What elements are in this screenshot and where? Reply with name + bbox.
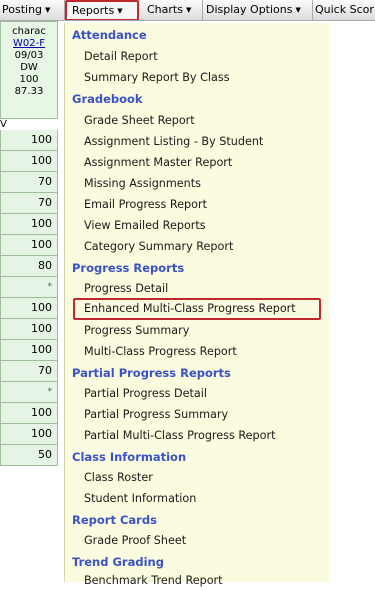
score-cell[interactable]: 100 bbox=[0, 214, 58, 235]
menu-item-category-summary-report[interactable]: Category Summary Report bbox=[65, 237, 329, 257]
assignment-column: charac W02-F 09/03 DW 100 87.33 V 100 10… bbox=[0, 21, 58, 466]
score-cell[interactable]: 50 bbox=[0, 445, 58, 466]
assignment-points: 100 bbox=[19, 74, 39, 85]
menu-item-student-information[interactable]: Student Information bbox=[65, 489, 329, 509]
score-cell[interactable]: * bbox=[0, 382, 58, 403]
menu-item-assignment-listing[interactable]: Assignment Listing - By Student bbox=[65, 132, 329, 152]
score-cell[interactable]: 100 bbox=[0, 424, 58, 445]
menu-item-multi-class-progress-report[interactable]: Multi-Class Progress Report bbox=[65, 342, 329, 362]
assignment-header: charac W02-F 09/03 DW 100 87.33 bbox=[0, 21, 58, 119]
score-cell[interactable]: 100 bbox=[0, 340, 58, 361]
menu-item-grade-sheet-report[interactable]: Grade Sheet Report bbox=[65, 111, 329, 131]
menu-item-grade-proof-sheet[interactable]: Grade Proof Sheet bbox=[65, 531, 329, 551]
menu-item-missing-assignments[interactable]: Missing Assignments bbox=[65, 174, 329, 194]
dropdown-arrow-icon: ▼ bbox=[117, 7, 123, 15]
menu-item-partial-multi-class-progress-report[interactable]: Partial Multi-Class Progress Report bbox=[65, 426, 329, 446]
score-cell[interactable]: 100 bbox=[0, 298, 58, 319]
score-cell[interactable]: 70 bbox=[0, 172, 58, 193]
menu-item-progress-detail[interactable]: Progress Detail bbox=[65, 279, 329, 299]
menu-charts[interactable]: Charts ▼ bbox=[140, 0, 203, 20]
assignment-type: DW bbox=[20, 62, 38, 73]
reports-dropdown-menu: Attendance Detail Report Summary Report … bbox=[64, 23, 329, 587]
section-class-information: Class Information bbox=[72, 450, 187, 464]
menu-item-detail-report[interactable]: Detail Report bbox=[65, 47, 329, 67]
menu-item-enhanced-multi-class-progress-report[interactable]: Enhanced Multi-Class Progress Report bbox=[73, 298, 321, 320]
next-assignment-link[interactable]: V bbox=[0, 119, 7, 130]
menu-posting[interactable]: Posting ▼ bbox=[0, 0, 65, 20]
score-cell[interactable]: 100 bbox=[0, 235, 58, 256]
section-attendance: Attendance bbox=[72, 28, 147, 42]
section-progress-reports: Progress Reports bbox=[72, 261, 185, 275]
menu-display-options[interactable]: Display Options ▼ bbox=[203, 0, 313, 20]
menu-item-partial-progress-detail[interactable]: Partial Progress Detail bbox=[65, 384, 329, 404]
menu-item-partial-progress-summary[interactable]: Partial Progress Summary bbox=[65, 405, 329, 425]
menu-reports-label: Reports bbox=[72, 4, 115, 17]
menu-display-options-label: Display Options bbox=[206, 3, 293, 16]
menu-item-view-emailed-reports[interactable]: View Emailed Reports bbox=[65, 216, 329, 236]
dropdown-arrow-icon: ▼ bbox=[185, 6, 192, 14]
dropdown-arrow-icon: ▼ bbox=[45, 6, 51, 14]
menu-item-class-roster[interactable]: Class Roster bbox=[65, 468, 329, 488]
menu-bar: Posting ▼ Reports ▼ Charts ▼ Display Option… bbox=[0, 0, 375, 21]
menu-item-progress-summary[interactable]: Progress Summary bbox=[65, 321, 329, 341]
score-cell[interactable]: 70 bbox=[0, 193, 58, 214]
menu-posting-label: Posting bbox=[2, 3, 43, 16]
section-gradebook: Gradebook bbox=[72, 92, 143, 106]
assignment-code-link[interactable]: W02-F bbox=[1, 38, 57, 50]
menu-reports[interactable]: Reports ▼ bbox=[65, 0, 139, 20]
score-cell[interactable]: * bbox=[0, 277, 58, 298]
section-trend-grading: Trend Grading bbox=[72, 555, 164, 569]
section-partial-progress-reports: Partial Progress Reports bbox=[72, 366, 231, 380]
score-cell[interactable]: 100 bbox=[0, 130, 58, 151]
score-cell[interactable]: 80 bbox=[0, 256, 58, 277]
score-cell[interactable]: 100 bbox=[0, 319, 58, 340]
assignment-average: 87.33 bbox=[14, 86, 44, 97]
menu-quick-scoring-label: Quick Scor bbox=[315, 3, 374, 16]
menu-item-summary-report-by-class[interactable]: Summary Report By Class bbox=[65, 68, 329, 88]
score-cell[interactable]: 100 bbox=[0, 151, 58, 172]
menu-quick-scoring[interactable]: Quick Scor bbox=[313, 0, 375, 20]
score-cell[interactable]: 70 bbox=[0, 361, 58, 382]
assignment-name: charac bbox=[12, 26, 46, 37]
menu-item-benchmark-trend-report[interactable]: Benchmark Trend Report bbox=[65, 571, 329, 591]
dropdown-arrow-icon: ▼ bbox=[295, 6, 301, 14]
menu-item-assignment-master-report[interactable]: Assignment Master Report bbox=[65, 153, 329, 173]
score-cell[interactable]: 100 bbox=[0, 403, 58, 424]
menu-item-email-progress-report[interactable]: Email Progress Report bbox=[65, 195, 329, 215]
menu-charts-label: Charts bbox=[147, 3, 183, 16]
assignment-date: 09/03 bbox=[14, 50, 44, 61]
section-report-cards: Report Cards bbox=[72, 513, 157, 527]
